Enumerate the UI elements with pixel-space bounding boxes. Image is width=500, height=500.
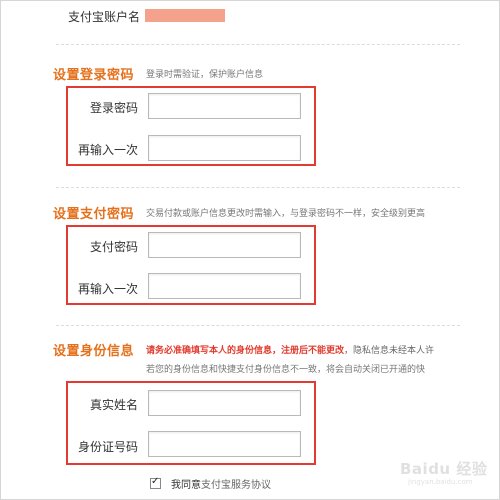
watermark-text: Baidu 经验 [400, 460, 488, 478]
real-name-input[interactable] [148, 390, 301, 416]
login-section-desc: 登录时需验证，保护账户信息 [146, 70, 264, 80]
agreement-prefix: 我同意 [171, 480, 201, 491]
login-password-label: 登录密码 [89, 101, 138, 115]
login-section-title: 设置登录密码 [53, 68, 135, 83]
login-password-confirm-input[interactable] [148, 135, 301, 161]
watermark-sub: jingyan.baidu.com [408, 478, 473, 486]
identity-privacy-text: ，隐私信息未经本人许 [344, 346, 435, 356]
pay-section-title: 设置支付密码 [53, 207, 135, 222]
id-number-input[interactable] [148, 431, 301, 457]
id-number-label: 身份证号码 [77, 440, 138, 454]
agreement-row: 我同意 支付宝服务协议 [150, 476, 271, 491]
pay-password-confirm-input[interactable] [148, 273, 301, 299]
divider [56, 187, 460, 188]
pay-password-input[interactable] [148, 232, 301, 258]
divider [56, 44, 460, 45]
pay-password-label: 支付密码 [89, 240, 138, 254]
identity-section-desc-2: 若您的身份信息和快捷支付身份信息不一致，将会自动关闭已开通的快 [146, 365, 426, 375]
real-name-label: 真实姓名 [89, 398, 138, 412]
pay-section-desc: 交易付款或账户信息更改时需输入，与登录密码不一样，安全级别更高 [146, 209, 426, 219]
account-name-label: 支付宝账户名 [68, 10, 141, 24]
service-agreement-link[interactable]: 支付宝服务协议 [201, 476, 271, 491]
login-password-confirm-label: 再输入一次 [77, 143, 138, 157]
pay-password-confirm-label: 再输入一次 [77, 282, 138, 296]
identity-section-desc: 请务必准确填写本人的身份信息，注册后不能更改，隐私信息未经本人许 [146, 343, 434, 356]
baidu-watermark: Baidu 经验 jingyan.baidu.com [400, 450, 495, 490]
account-name-redacted [145, 9, 225, 22]
login-password-input[interactable] [148, 93, 301, 119]
divider [56, 325, 460, 326]
agreement-checkbox[interactable] [150, 476, 161, 489]
identity-warning-text: 请务必准确填写本人的身份信息，注册后不能更改 [146, 346, 345, 356]
identity-section-title: 设置身份信息 [53, 344, 135, 359]
